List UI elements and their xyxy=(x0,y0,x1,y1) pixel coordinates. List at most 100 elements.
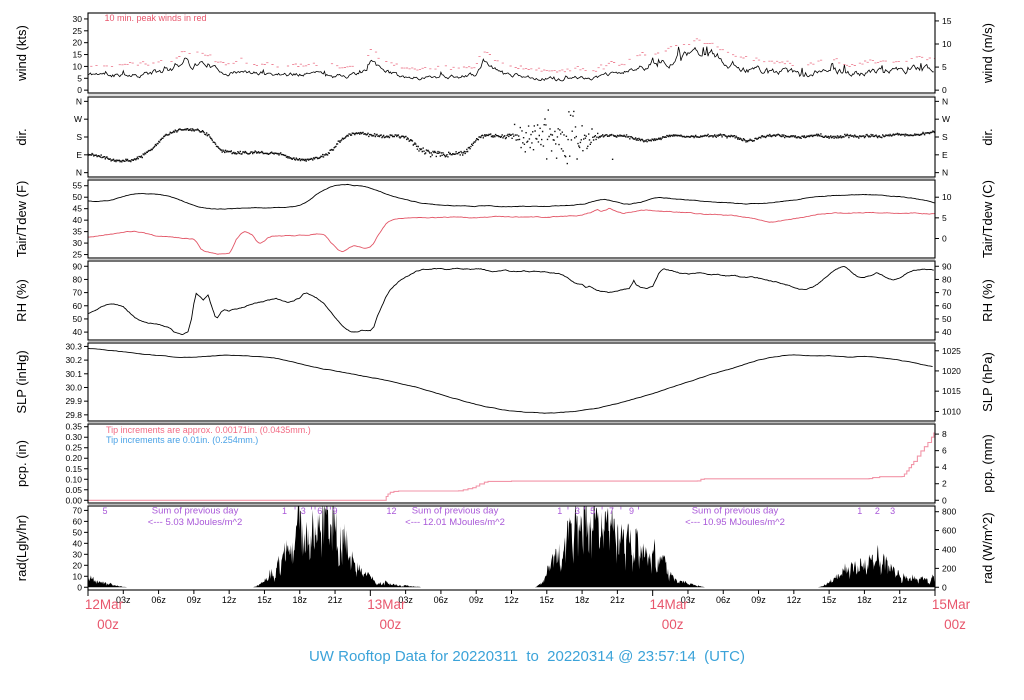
y-tick-label-right: 5 xyxy=(942,62,947,72)
y-tick-label-right: 80 xyxy=(942,274,952,284)
y-tick-label-left: 0 xyxy=(77,582,82,592)
axis-title-slp-right: SLP (hPa) xyxy=(980,352,995,412)
y-tick-label-right: S xyxy=(942,132,948,142)
axis-title-dir-right: dir. xyxy=(980,128,995,145)
x-tick-label: 12z xyxy=(504,595,519,605)
y-tick-label-left: 0.30 xyxy=(65,432,82,442)
x-tick-label: 09z xyxy=(751,595,766,605)
axis-title-pcp-left: pcp. (in) xyxy=(14,440,29,487)
y-tick-label-left: 0.15 xyxy=(65,464,82,474)
rad-sum-value: <--- 10.95 MJoules/m^2 xyxy=(685,517,785,528)
x-tick-label: 21z xyxy=(892,595,907,605)
y-tick-label-left: 60 xyxy=(73,301,83,311)
y-tick-label-left: 30.1 xyxy=(65,369,82,379)
panel-frame-rh xyxy=(87,260,936,341)
rh-line xyxy=(88,266,934,335)
day-sub-label: 00z xyxy=(379,617,401,632)
day-label: 12Mar xyxy=(85,597,124,612)
chart-canvas: 051015202530051015wind (kts) wind (m/s)NE… xyxy=(14,12,995,632)
y-tick-label-left: 5 xyxy=(77,73,82,83)
rad-milestone-number: 2 xyxy=(875,506,880,516)
y-tick-label-left: 29.9 xyxy=(65,396,82,406)
y-tick-label-left: 0.20 xyxy=(65,453,82,463)
y-tick-label-right: 1015 xyxy=(942,386,961,396)
y-tick-label-right: 70 xyxy=(942,288,952,298)
rad-milestone-number: 12 xyxy=(387,506,397,516)
y-tick-label-right: 4 xyxy=(942,462,947,472)
rad-milestone-number: 6 xyxy=(317,506,322,516)
slp-line xyxy=(88,347,933,414)
y-tick-label-left: 30 xyxy=(73,238,83,248)
y-tick-label-right: 50 xyxy=(942,314,952,324)
x-tick-label: 18z xyxy=(857,595,872,605)
y-tick-label-left: 15 xyxy=(73,50,83,60)
y-tick-label-right: 90 xyxy=(942,261,952,271)
day-label: 15Mar xyxy=(932,597,971,612)
axis-title-rh-left: RH (%) xyxy=(14,279,29,322)
y-tick-label-right: 0 xyxy=(942,234,947,244)
axis-title-slp-left: SLP (inHg) xyxy=(14,350,29,413)
axis-title-rad-right: rad (W/m^2) xyxy=(980,512,995,583)
rad-milestone-number: 1 xyxy=(282,506,287,516)
dir-scatter xyxy=(88,109,935,165)
rad-milestone-number: 3 xyxy=(890,506,895,516)
panel-frame-slp xyxy=(87,342,936,422)
wind-peaks-dashes xyxy=(90,38,935,73)
axis-title-dir-left: dir. xyxy=(14,128,29,145)
y-tick-label-left: S xyxy=(76,132,82,142)
y-tick-label-left: 60 xyxy=(73,516,83,526)
day-sub-label: 00z xyxy=(944,617,966,632)
y-tick-label-left: 30.3 xyxy=(65,341,82,351)
y-tick-label-left: W xyxy=(74,114,82,124)
y-tick-label-left: 10 xyxy=(73,571,83,581)
y-tick-label-left: 40 xyxy=(73,538,83,548)
y-tick-label-left: 25 xyxy=(73,26,83,36)
y-tick-label-right: N xyxy=(942,168,948,178)
x-tick-label: 06z xyxy=(434,595,449,605)
y-tick-label-left: N xyxy=(76,168,82,178)
tair-line xyxy=(88,183,935,210)
y-tick-label-left: 55 xyxy=(73,181,83,191)
y-tick-label-left: 20 xyxy=(73,560,83,570)
y-tick-label-right: E xyxy=(942,150,948,160)
y-tick-label-left: 10 xyxy=(73,61,83,71)
y-tick-label-left: 80 xyxy=(73,274,83,284)
panel-frame-wind xyxy=(87,12,936,94)
y-tick-label-right: 1020 xyxy=(942,366,961,376)
axis-title-rh-right: RH (%) xyxy=(980,279,995,322)
y-tick-label-left: E xyxy=(76,150,82,160)
wind-peak-note: 10 min. peak winds in red xyxy=(104,13,206,23)
chart-title: UW Rooftop Data for 20220311 to 20220314… xyxy=(308,648,746,665)
y-tick-label-left: 29.8 xyxy=(65,410,82,420)
axis-title-rad-left: rad(Lgly/hr) xyxy=(14,515,29,581)
y-tick-label-right: 10 xyxy=(942,192,952,202)
y-tick-label-left: 40 xyxy=(73,215,83,225)
x-tick-label: 18z xyxy=(575,595,590,605)
rad-milestone-number: 5 xyxy=(590,506,595,516)
y-tick-label-right: 400 xyxy=(942,544,956,554)
axis-title-tair-right: Tair/Tdew (C) xyxy=(980,180,995,258)
day-label: 14Mar xyxy=(650,597,689,612)
y-tick-label-right: 2 xyxy=(942,479,947,489)
day-label: 13Mar xyxy=(367,597,406,612)
y-tick-label-right: 40 xyxy=(942,327,952,337)
x-tick-label: 15z xyxy=(540,595,555,605)
day-sub-label: 00z xyxy=(662,617,684,632)
x-tick-label: 06z xyxy=(151,595,166,605)
y-tick-label-left: N xyxy=(76,96,82,106)
y-tick-label-left: 25 xyxy=(73,250,83,260)
x-tick-label: 09z xyxy=(469,595,484,605)
x-tick-label: 18z xyxy=(292,595,307,605)
axis-title-pcp-right: pcp. (mm) xyxy=(980,434,995,493)
x-tick-label: 12z xyxy=(787,595,802,605)
y-tick-label-right: 60 xyxy=(942,301,952,311)
y-tick-label-right: 8 xyxy=(942,429,947,439)
rad-sum-label: Sum of previous day xyxy=(692,506,779,517)
x-tick-label: 12z xyxy=(222,595,237,605)
y-tick-label-left: 0.35 xyxy=(65,422,82,432)
rad-milestone-number: 7 xyxy=(609,506,614,516)
y-tick-label-left: 50 xyxy=(73,314,83,324)
y-tick-label-right: 6 xyxy=(942,446,947,456)
y-tick-label-left: 0.10 xyxy=(65,474,82,484)
tdew-line xyxy=(88,207,935,255)
